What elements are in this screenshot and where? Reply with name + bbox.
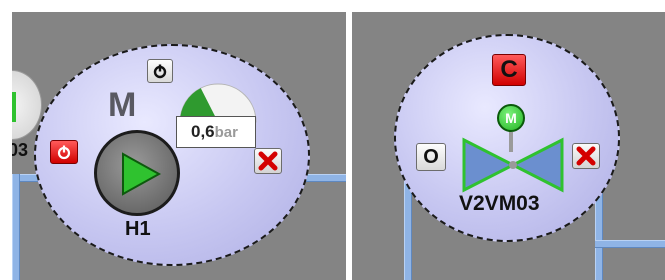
pump-symbol[interactable] — [94, 130, 180, 216]
neighbor-indicator — [12, 92, 16, 122]
power-icon — [57, 145, 71, 160]
pipe-segment — [12, 174, 20, 280]
close-x-icon — [576, 146, 596, 166]
close-x-icon — [258, 151, 278, 171]
valve-actuator: M — [497, 104, 525, 132]
pump-panel: 03 M 0,6 bar H1 — [12, 12, 346, 280]
open-command-label: O — [423, 145, 439, 168]
pressure-unit: bar — [214, 124, 238, 141]
power-icon — [153, 64, 167, 79]
standby-power-button[interactable] — [147, 59, 173, 83]
valve-panel: C M O V2VM03 — [352, 12, 665, 280]
close-button[interactable] — [254, 148, 282, 174]
valve-icon[interactable] — [460, 136, 566, 194]
actuator-letter: M — [505, 110, 517, 126]
valve-tag: V2VM03 — [459, 192, 540, 215]
pressure-readout: 0,6 bar — [176, 116, 256, 148]
alarm-power-button[interactable] — [50, 140, 78, 164]
pipe-segment — [595, 240, 665, 248]
pump-tag: H1 — [125, 218, 151, 240]
close-command-button[interactable]: C — [492, 54, 526, 86]
motor-indicator: M — [108, 86, 137, 124]
neighbor-tag: 03 — [12, 140, 29, 160]
close-button[interactable] — [572, 143, 600, 169]
open-command-button[interactable]: O — [416, 143, 446, 171]
close-command-label: C — [500, 56, 518, 83]
pressure-value: 0,6 — [191, 122, 215, 141]
play-icon — [122, 152, 162, 196]
